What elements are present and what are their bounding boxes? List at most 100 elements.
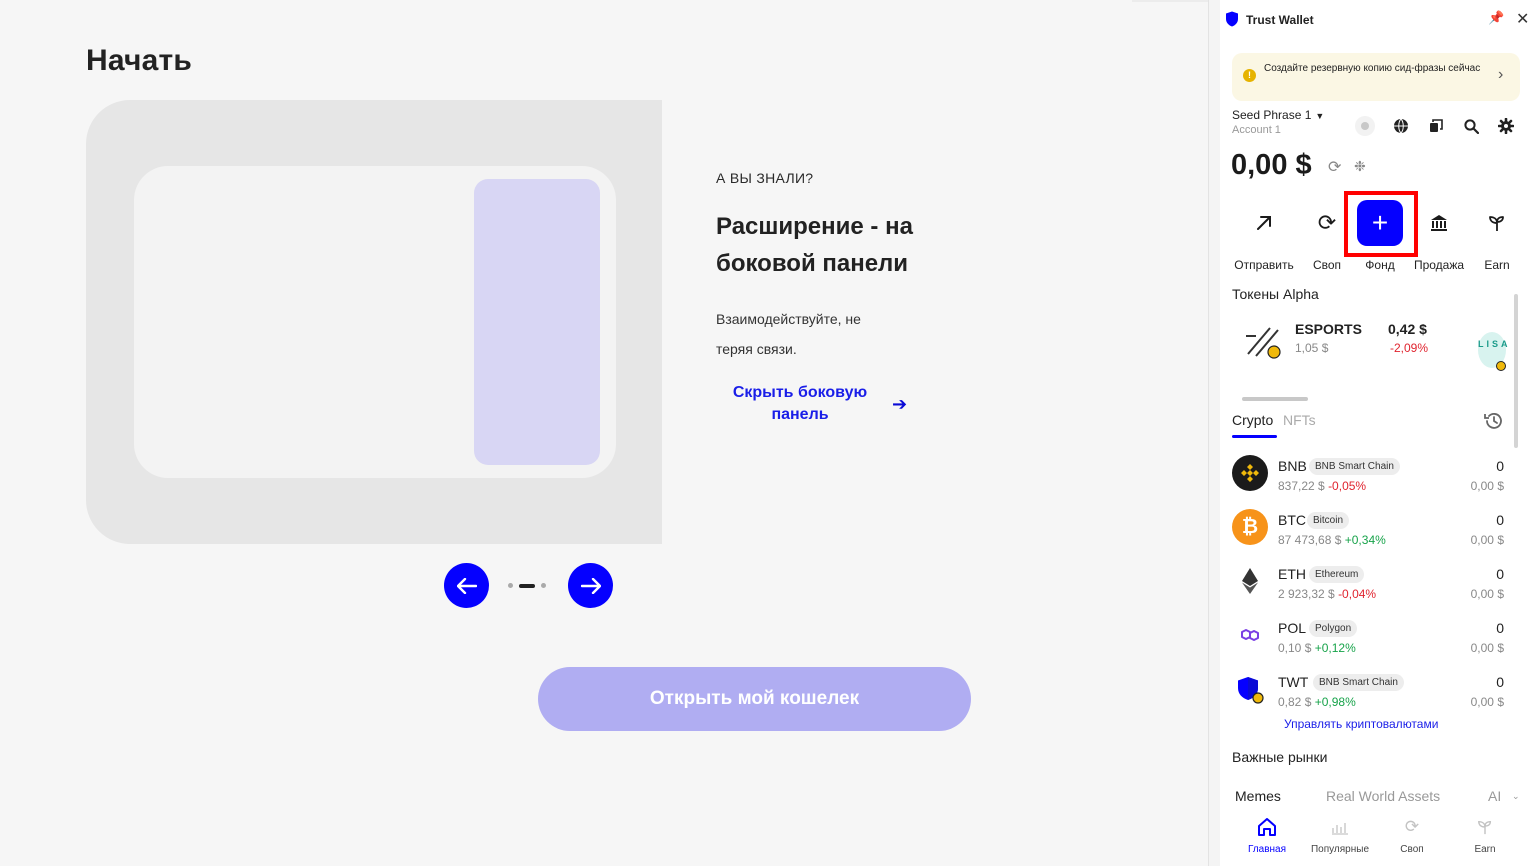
backup-banner[interactable]: ! Создайте резервную копию сид-фразы сей…	[1232, 53, 1520, 101]
token-symbol: BTC	[1278, 512, 1306, 528]
close-icon[interactable]: ✕	[1516, 9, 1529, 29]
hide-side-panel-label: Скрыть боковую панель	[732, 384, 868, 423]
token-chain-badge: BNB Smart Chain	[1313, 674, 1404, 691]
token-row-btc[interactable]: ₿ BTC Bitcoin 87 473,68 $ +0,34% 0 0,00 …	[1220, 509, 1540, 563]
lisa-logo-text: LISA	[1478, 339, 1511, 349]
refresh-icon[interactable]: ⟳	[1328, 157, 1341, 177]
token-fiat-value: 0,00 $	[1470, 533, 1504, 547]
fund-highlight-box	[1344, 191, 1418, 257]
panel-divider	[1208, 0, 1220, 866]
token-change: +0,34%	[1344, 533, 1386, 547]
token-price-value: 0,82 $	[1278, 695, 1312, 709]
token-price: 87 473,68 $ +0,34%	[1278, 533, 1386, 547]
action-earn[interactable]: Earn	[1467, 200, 1527, 272]
illustration-side-panel	[474, 179, 600, 465]
action-label: Своп	[1312, 258, 1342, 272]
search-icon[interactable]	[1460, 117, 1482, 135]
twt-logo-icon	[1232, 671, 1268, 707]
sidepanel-illustration	[86, 100, 662, 544]
nav-swap[interactable]: ⟳ Своп	[1377, 816, 1447, 855]
lisa-token-logo[interactable]: LISA	[1478, 332, 1508, 371]
window-edge	[1132, 0, 1208, 2]
action-label: Фонд	[1365, 258, 1395, 272]
pin-icon[interactable]: 📌	[1488, 10, 1504, 26]
token-price: 0,82 $ +0,98%	[1278, 695, 1356, 709]
home-icon	[1232, 816, 1302, 838]
bank-icon	[1416, 200, 1462, 246]
token-row-pol[interactable]: POL Polygon 0,10 $ +0,12% 0 0,00 $	[1220, 617, 1540, 671]
total-balance: 0,00 $	[1231, 149, 1312, 181]
swap-icon: ⟳	[1404, 817, 1420, 836]
tip-heading: Расширение - на боковой панели	[716, 213, 913, 277]
carousel-dot-active[interactable]	[519, 583, 535, 588]
onboarding-page: Начать А ВЫ ЗНАЛИ? Расширение - на боков…	[0, 0, 1208, 866]
token-amount: 0	[1496, 512, 1504, 528]
hide-balance-icon[interactable]: ❉	[1354, 158, 1366, 175]
seed-phrase-selector[interactable]: Seed Phrase 1 ▼	[1232, 108, 1324, 122]
token-price: 0,10 $ +0,12%	[1278, 641, 1356, 655]
gear-icon[interactable]	[1495, 117, 1517, 135]
carousel-dot[interactable]	[508, 583, 513, 588]
alpha-token-symbol: ESPORTS	[1295, 321, 1362, 337]
alpha-token-change: -2,09%	[1390, 341, 1429, 355]
copy-icon[interactable]	[1425, 117, 1447, 135]
token-chain-badge: Ethereum	[1309, 566, 1365, 583]
tip-description: Взаимодействуйте, не теряя связи.	[716, 311, 861, 357]
nav-earn[interactable]: Earn	[1450, 816, 1520, 855]
action-sell[interactable]: Продажа	[1409, 200, 1469, 272]
tip-kicker: А ВЫ ЗНАЛИ?	[716, 170, 814, 186]
token-price-value: 0,10 $	[1278, 641, 1312, 655]
token-chain-badge: Polygon	[1309, 620, 1358, 637]
hide-side-panel-link[interactable]: Скрыть боковую панель ➔	[716, 382, 926, 426]
page-title: Начать	[86, 44, 193, 77]
carousel-next-button[interactable]	[568, 563, 613, 608]
bnb-chain-badge-icon	[1496, 361, 1506, 371]
token-row-eth[interactable]: ETH Ethereum 2 923,32 $ -0,04% 0 0,00 $	[1220, 563, 1540, 617]
token-fiat-value: 0,00 $	[1470, 695, 1504, 709]
caret-down-icon: ▼	[1315, 111, 1325, 121]
side-panel-header: Trust Wallet 📌 ✕	[1220, 0, 1540, 38]
markets-section-title: Важные рынки	[1232, 749, 1328, 765]
token-amount: 0	[1496, 674, 1504, 690]
token-row-bnb[interactable]: BNB BNB Smart Chain 837,22 $ -0,05% 0 0,…	[1220, 455, 1540, 509]
horizontal-scrollbar[interactable]	[1242, 397, 1308, 401]
action-label: Продажа	[1413, 258, 1465, 272]
bottom-navigation: Главная Популярные ⟳ Своп Earn	[1220, 812, 1540, 866]
manage-crypto-link[interactable]: Управлять криптовалютами	[1284, 717, 1438, 731]
nav-label: Своп	[1400, 844, 1424, 855]
carousel-controls	[444, 563, 614, 609]
esports-logo-icon	[1246, 327, 1281, 359]
token-chain-badge: BNB Smart Chain	[1309, 458, 1400, 475]
status-dot-icon[interactable]	[1354, 116, 1376, 136]
wallet-side-panel: Trust Wallet 📌 ✕ ! Создайте резервную ко…	[1220, 0, 1540, 866]
token-symbol: TWT	[1278, 674, 1309, 690]
tab-crypto[interactable]: Crypto	[1232, 412, 1273, 428]
nav-home[interactable]: Главная	[1232, 816, 1302, 855]
app-title: Trust Wallet	[1246, 13, 1314, 27]
markets-tab-ai[interactable]: AI	[1488, 788, 1501, 804]
action-send[interactable]: Отправить	[1234, 200, 1294, 272]
globe-icon[interactable]	[1390, 117, 1412, 135]
token-fiat-value: 0,00 $	[1470, 479, 1504, 493]
nav-trending[interactable]: Популярные	[1305, 816, 1375, 855]
token-price-value: 87 473,68 $	[1278, 533, 1342, 547]
sprout-icon	[1474, 200, 1520, 246]
carousel-dot[interactable]	[541, 583, 546, 588]
markets-tab-rwa[interactable]: Real World Assets	[1326, 788, 1440, 804]
tab-nfts[interactable]: NFTs	[1283, 412, 1316, 428]
markets-tab-memes[interactable]: Memes	[1235, 788, 1281, 804]
send-arrow-icon	[1241, 200, 1287, 246]
token-amount: 0	[1496, 566, 1504, 582]
polygon-logo-icon	[1232, 617, 1268, 653]
nav-label: Главная	[1247, 844, 1287, 855]
token-symbol: ETH	[1278, 566, 1306, 582]
arrow-left-icon	[456, 577, 477, 594]
carousel-prev-button[interactable]	[444, 563, 489, 608]
illustration-browser-window	[134, 166, 616, 478]
token-change: -0,04%	[1338, 587, 1377, 601]
history-icon[interactable]	[1483, 410, 1505, 432]
token-fiat-value: 0,00 $	[1470, 587, 1504, 601]
tip-card: А ВЫ ЗНАЛИ? Расширение - на боковой пане…	[716, 170, 926, 426]
vertical-scrollbar[interactable]	[1514, 294, 1518, 448]
open-wallet-button[interactable]: Открыть мой кошелек	[538, 667, 971, 731]
